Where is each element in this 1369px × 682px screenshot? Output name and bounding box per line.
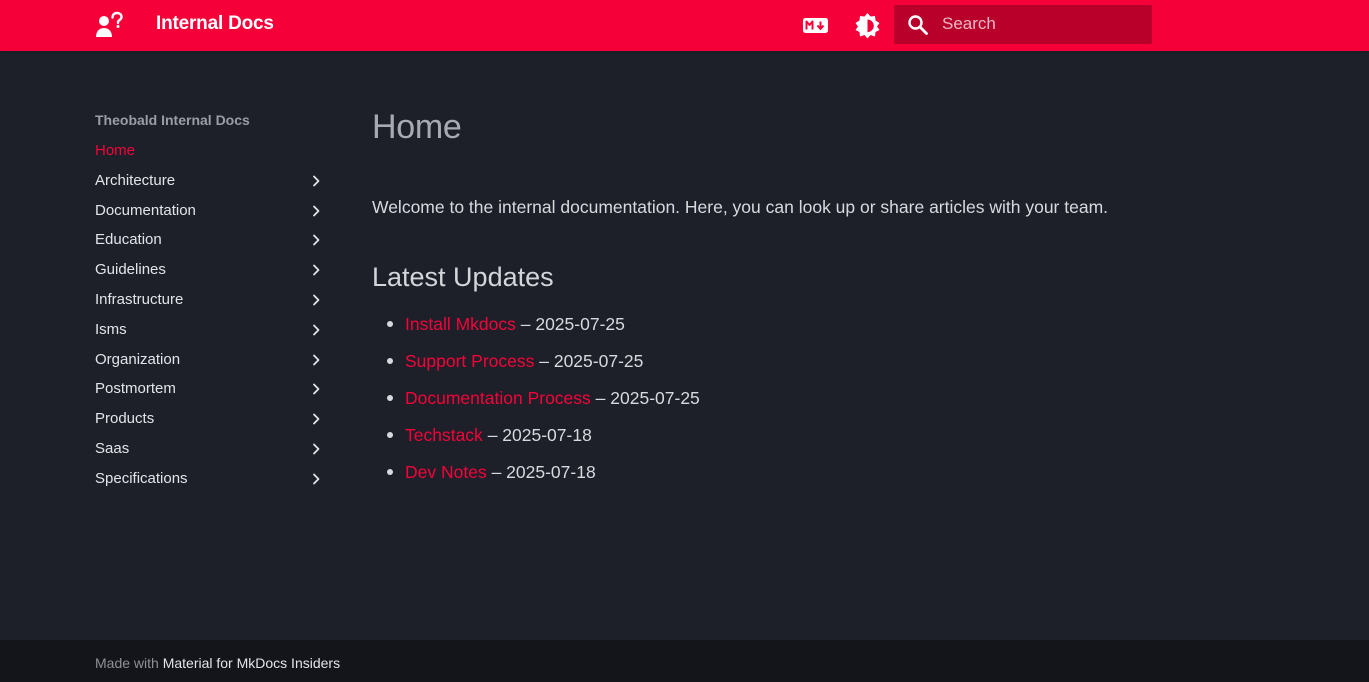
sidebar-item-documentation[interactable]: Documentation xyxy=(95,196,335,226)
bullet-icon xyxy=(387,358,393,364)
sidebar-item-label: Saas xyxy=(95,439,130,457)
sidebar-item-architecture[interactable]: Architecture xyxy=(95,166,335,196)
sidebar-item-label: Guidelines xyxy=(95,261,166,279)
page-title: Home xyxy=(372,108,462,146)
list-item: Dev Notes – 2025-07-18 xyxy=(372,459,1252,496)
chevron-right-icon[interactable] xyxy=(309,442,323,456)
update-date: – 2025-07-25 xyxy=(539,351,644,371)
nav-title: Theobald Internal Docs xyxy=(95,112,250,128)
sidebar-item-products[interactable]: Products xyxy=(95,404,335,434)
sidebar-item-saas[interactable]: Saas xyxy=(95,434,335,464)
list-item: Techstack – 2025-07-18 xyxy=(372,422,1252,459)
footer: Made with Material for MkDocs Insiders xyxy=(0,640,1369,682)
chevron-right-icon[interactable] xyxy=(309,412,323,426)
sidebar-item-label: Architecture xyxy=(95,171,176,189)
sidebar-item-label: Infrastructure xyxy=(95,290,184,308)
chevron-right-icon[interactable] xyxy=(309,472,323,486)
brightness-icon[interactable] xyxy=(854,12,881,39)
latest-updates-heading: Latest Updates xyxy=(372,262,554,292)
list-item: Support Process – 2025-07-25 xyxy=(372,348,1252,385)
chevron-right-icon[interactable] xyxy=(309,293,323,307)
main-content: Home Welcome to the internal documentati… xyxy=(372,104,1252,496)
site-title[interactable]: Internal Docs xyxy=(156,13,274,35)
footer-text: Made with Material for MkDocs Insiders xyxy=(95,655,340,671)
sidebar-item-organization[interactable]: Organization xyxy=(95,345,335,375)
sidebar-item-isms[interactable]: Isms xyxy=(95,315,335,345)
sidebar-item-label: Postmortem xyxy=(95,380,176,398)
update-link[interactable]: Dev Notes xyxy=(405,462,487,482)
chevron-right-icon[interactable] xyxy=(309,323,323,337)
update-link[interactable]: Techstack xyxy=(405,425,483,445)
update-date: – 2025-07-18 xyxy=(487,425,592,445)
search-icon xyxy=(908,15,928,35)
footer-prefix: Made with xyxy=(95,655,159,671)
list-item: Install Mkdocs – 2025-07-25 xyxy=(372,311,1252,348)
sidebar-item-education[interactable]: Education xyxy=(95,225,335,255)
markdown-icon[interactable] xyxy=(802,12,829,39)
chevron-right-icon[interactable] xyxy=(309,204,323,218)
bullet-icon xyxy=(387,321,393,327)
sidebar-item-infrastructure[interactable]: Infrastructure xyxy=(95,285,335,315)
question-person-icon[interactable] xyxy=(95,11,123,39)
sidebar-item-label: Documentation xyxy=(95,201,196,219)
search-box[interactable] xyxy=(894,5,1152,44)
welcome-text: Welcome to the internal documentation. H… xyxy=(372,197,1109,217)
footer-link[interactable]: Material for MkDocs Insiders xyxy=(163,655,340,671)
sidebar-item-guidelines[interactable]: Guidelines xyxy=(95,255,335,285)
bullet-icon xyxy=(387,432,393,438)
search-input[interactable] xyxy=(942,12,1142,36)
update-link[interactable]: Support Process xyxy=(405,351,534,371)
sidebar-item-label: Specifications xyxy=(95,469,188,487)
nav-list: Home Architecture Documentation Education Gu… xyxy=(95,136,335,494)
chevron-right-icon[interactable] xyxy=(309,353,323,367)
sidebar-item-home[interactable]: Home xyxy=(95,136,335,166)
update-date: – 2025-07-25 xyxy=(595,388,700,408)
sidebar-item-label: Home xyxy=(95,142,136,159)
sidebar-item-label: Isms xyxy=(95,320,127,338)
bullet-icon xyxy=(387,395,393,401)
updates-list: Install Mkdocs – 2025-07-25 Support Proce… xyxy=(372,311,1252,496)
update-date: – 2025-07-18 xyxy=(491,462,596,482)
sidebar-nav: Theobald Internal Docs Home Architecture D… xyxy=(95,108,335,494)
sidebar-item-label: Education xyxy=(95,231,162,249)
sidebar-item-label: Products xyxy=(95,410,155,428)
bullet-icon xyxy=(387,469,393,475)
chevron-right-icon[interactable] xyxy=(309,263,323,277)
header: Internal Docs xyxy=(0,0,1369,51)
chevron-right-icon[interactable] xyxy=(309,233,323,247)
update-link[interactable]: Documentation Process xyxy=(405,388,591,408)
sidebar-item-label: Organization xyxy=(95,350,181,368)
sidebar-item-postmortem[interactable]: Postmortem xyxy=(95,374,335,404)
update-link[interactable]: Install Mkdocs xyxy=(405,314,516,334)
list-item: Documentation Process – 2025-07-25 xyxy=(372,385,1252,422)
update-date: – 2025-07-25 xyxy=(520,314,625,334)
chevron-right-icon[interactable] xyxy=(309,174,323,188)
sidebar-item-specifications[interactable]: Specifications xyxy=(95,464,335,494)
chevron-right-icon[interactable] xyxy=(309,382,323,396)
